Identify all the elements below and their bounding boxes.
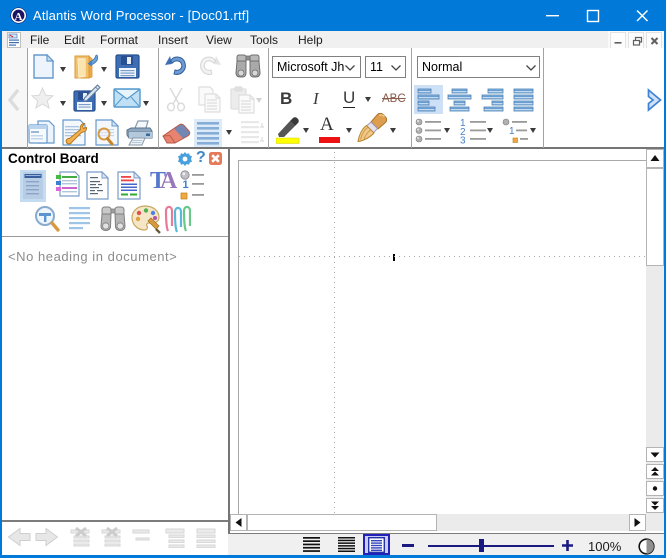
svg-text:1: 1 xyxy=(183,179,189,191)
svg-text:A: A xyxy=(15,11,23,23)
svg-text:3: 3 xyxy=(460,136,466,146)
svg-text:1: 1 xyxy=(509,126,515,137)
